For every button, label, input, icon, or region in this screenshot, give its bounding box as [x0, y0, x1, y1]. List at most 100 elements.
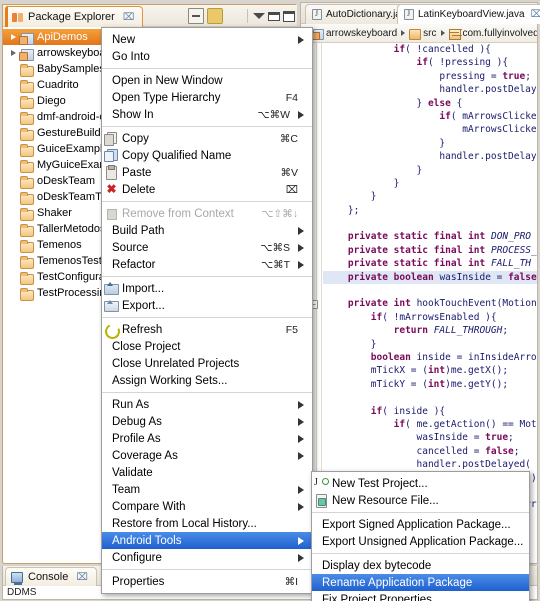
project-context-menu[interactable]: New Go Into Open in New Window Open Type Hi… [101, 27, 313, 594]
breadcrumb[interactable]: arrowskeyboard src com.fullyinvolved [301, 24, 537, 43]
code-line: } [325, 137, 446, 149]
menu-item-close-project[interactable]: Close Project [102, 338, 312, 355]
menu-item-debug-as[interactable]: Debug As [102, 413, 312, 430]
menu-separator [102, 201, 312, 202]
submenu-arrow-icon [298, 243, 304, 252]
menu-item-label: Android Tools [112, 534, 182, 547]
menu-item-team[interactable]: Team [102, 481, 312, 498]
link-with-editor-icon[interactable] [207, 8, 223, 24]
menu-item-source[interactable]: Source ⌥⌘S [102, 239, 312, 256]
menu-item-assign-working-sets[interactable]: Assign Working Sets... [102, 372, 312, 389]
delete-icon: ✖ [106, 182, 117, 196]
code-line: handler.postDelayed( [325, 459, 531, 471]
expand-arrow-icon[interactable] [7, 50, 19, 56]
menu-item-label: Profile As [112, 432, 161, 445]
code-line: wasInside = true; [325, 432, 514, 444]
copy-icon [104, 132, 119, 146]
menu-item-paste[interactable]: Paste ⌘V [102, 164, 312, 181]
menu-item-rename-application-package[interactable]: Rename Application Package [312, 574, 529, 591]
menu-item-fix-project-properties[interactable]: Fix Project Properties [312, 591, 529, 601]
view-menu-icon[interactable] [253, 13, 265, 19]
menu-item-export[interactable]: Export... [102, 297, 312, 314]
minimize-icon[interactable] [268, 11, 280, 21]
code-line: mTickX = (int)me.getX(); [325, 365, 509, 377]
android-tools-submenu[interactable]: New Test Project... New Resource File... E… [311, 471, 530, 601]
focus-icon[interactable] [226, 8, 242, 24]
expand-arrow-icon[interactable] [7, 34, 19, 40]
folder-icon [19, 159, 34, 173]
project-icon [19, 47, 34, 61]
breadcrumb-item-package[interactable]: com.fullyinvolved [463, 28, 538, 39]
menu-item-label: Close Project [112, 340, 181, 353]
code-line: boolean inside = inInsideArro [370, 351, 537, 363]
code-line: if( inside ){ [370, 405, 446, 417]
folder-icon [19, 95, 34, 109]
menu-item-export-signed-application-package[interactable]: Export Signed Application Package... [312, 516, 529, 533]
menu-item-delete[interactable]: ✖ Delete ⌧ [102, 181, 312, 198]
menu-item-label: Export Signed Application Package... [322, 518, 511, 531]
menu-item-open-in-new-window[interactable]: Open in New Window [102, 72, 312, 89]
menu-item-display-dex-bytecode[interactable]: Display dex bytecode [312, 557, 529, 574]
menu-item-label: Remove from Context [122, 207, 234, 220]
tab-package-explorer[interactable]: Package Explorer ⌧ [5, 6, 144, 27]
resource-file-icon [314, 494, 329, 508]
menu-item-import[interactable]: Import... [102, 280, 312, 297]
close-icon[interactable]: ⌧ [531, 9, 540, 20]
menu-item-properties[interactable]: Properties ⌘I [102, 573, 312, 590]
menu-item-label: Show In [112, 108, 154, 121]
code-line: pressing = true; [325, 70, 531, 82]
code-line: if( !cancelled ){ [393, 44, 491, 55]
menu-item-configure[interactable]: Configure [102, 549, 312, 566]
menu-item-copy-qualified-name[interactable]: Copy Qualified Name [102, 147, 312, 164]
menu-item-refactor[interactable]: Refactor ⌥⌘T [102, 256, 312, 273]
menu-item-export-unsigned-application-package[interactable]: Export Unsigned Application Package... [312, 533, 529, 550]
editor-tab-latinkeyboardview[interactable]: LatinKeyboardView.java ⌧ [397, 4, 540, 24]
code-line: private static final int PROCESS_ [347, 244, 537, 256]
menu-item-android-tools[interactable]: Android Tools [102, 532, 312, 549]
menu-item-go-into[interactable]: Go Into [102, 48, 312, 65]
menu-item-label: Refactor [112, 258, 156, 271]
tab-console[interactable]: Console ⌧ [5, 567, 97, 586]
submenu-arrow-icon [298, 400, 304, 409]
menu-item-copy[interactable]: Copy ⌘C [102, 130, 312, 147]
menu-separator [312, 512, 529, 513]
menu-item-profile-as[interactable]: Profile As [102, 430, 312, 447]
tab-label: Package Explorer [28, 11, 115, 23]
menu-item-label: Copy Qualified Name [122, 149, 232, 162]
console-icon [11, 571, 23, 585]
breadcrumb-item-src[interactable]: src [423, 28, 436, 39]
code-line: private static final int DON_PRO [347, 231, 532, 243]
menu-item-build-path[interactable]: Build Path [102, 222, 312, 239]
menu-item-open-type-hierarchy[interactable]: Open Type Hierarchy F4 [102, 89, 312, 106]
menu-item-label: New Test Project... [332, 477, 428, 490]
menu-item-new-test-project[interactable]: New Test Project... [312, 475, 529, 492]
chevron-right-icon [401, 30, 406, 36]
menu-item-shortcut: F4 [285, 91, 298, 104]
menu-item-close-unrelated-projects[interactable]: Close Unrelated Projects [102, 355, 312, 372]
remove-context-icon [104, 207, 119, 220]
submenu-arrow-icon [298, 553, 304, 562]
code-line: if( !pressing ){ [416, 57, 509, 69]
menu-item-new-resource-file[interactable]: New Resource File... [312, 492, 529, 509]
code-line: } else { [325, 97, 463, 109]
menu-item-restore-from-local-history[interactable]: Restore from Local History... [102, 515, 312, 532]
folder-icon [19, 143, 34, 157]
folder-icon [19, 127, 34, 141]
menu-item-coverage-as[interactable]: Coverage As [102, 447, 312, 464]
menu-item-new[interactable]: New [102, 31, 312, 48]
menu-item-run-as[interactable]: Run As [102, 396, 312, 413]
breadcrumb-item-project[interactable]: arrowskeyboard [326, 28, 397, 39]
package-explorer-icon [12, 12, 23, 23]
menu-item-show-in[interactable]: Show In ⌥⌘W [102, 106, 312, 123]
menu-item-validate[interactable]: Validate [102, 464, 312, 481]
menu-item-compare-with[interactable]: Compare With [102, 498, 312, 515]
close-icon[interactable]: ⌧ [76, 572, 88, 583]
menu-item-refresh[interactable]: Refresh F5 [102, 321, 312, 338]
submenu-arrow-icon [298, 35, 304, 44]
maximize-icon[interactable] [283, 10, 295, 22]
close-icon[interactable]: ⌧ [123, 12, 135, 23]
menu-separator [102, 317, 312, 318]
junit-icon [314, 477, 329, 490]
folder-icon [19, 271, 34, 285]
collapse-all-icon[interactable] [188, 8, 204, 24]
